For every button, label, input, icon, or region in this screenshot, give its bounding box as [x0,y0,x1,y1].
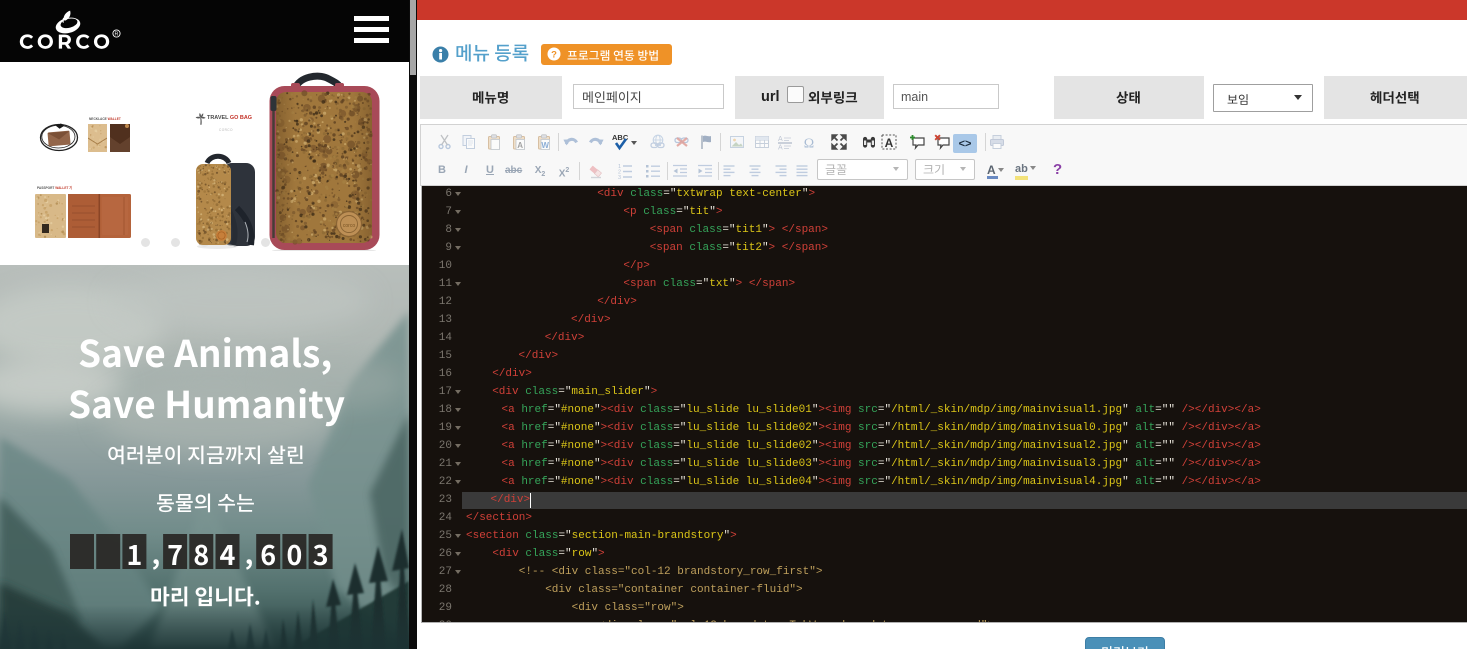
svg-text:A: A [778,136,783,143]
svg-text:corco: corco [343,223,355,229]
svg-text:<>: <> [959,138,972,150]
svg-text:W: W [541,141,549,150]
svg-text:?: ? [551,49,557,60]
svg-text:A: A [885,136,894,150]
svg-text:3: 3 [618,175,621,179]
svg-text:R: R [115,32,119,38]
svg-text:A: A [778,145,783,151]
svg-text:Ω: Ω [804,137,814,151]
svg-text:A: A [517,141,523,150]
